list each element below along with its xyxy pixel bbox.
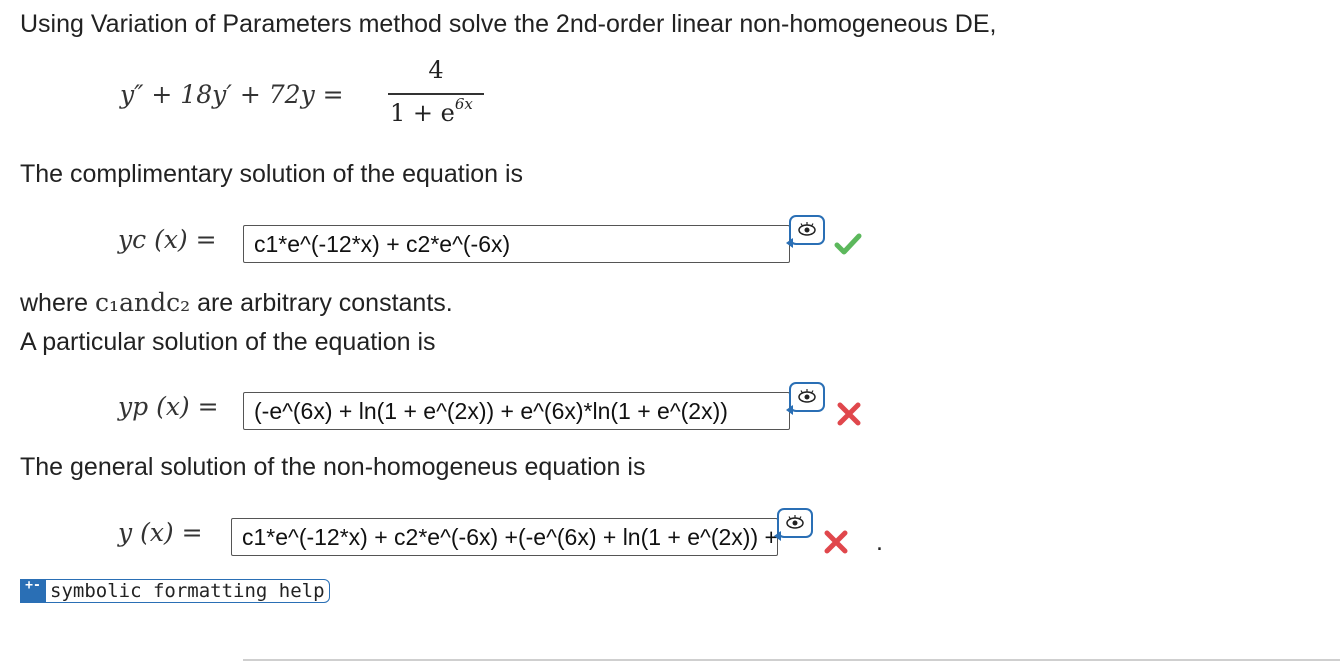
complementary-answer-input[interactable]: c1*e^(-12*x) + c2*e^(-6x) xyxy=(243,225,790,263)
particular-prompt: A particular solution of the equation is xyxy=(20,328,436,356)
help-label: symbolic formatting help xyxy=(46,579,330,603)
denominator-exponent: 6x xyxy=(454,95,473,113)
plus-minus-icon: +- xyxy=(20,579,46,603)
eye-preview-icon xyxy=(798,222,816,236)
arrow-icon xyxy=(786,405,793,415)
particular-answer-input[interactable]: (-e^(6x) + ln(1 + e^(2x)) + e^(6x)*ln(1 … xyxy=(243,392,790,430)
divider xyxy=(243,659,1340,661)
general-preview-button[interactable] xyxy=(774,508,813,541)
symbolic-formatting-help-link[interactable]: +- symbolic formatting help xyxy=(20,578,330,604)
constants-suffix: are arbitrary constants. xyxy=(197,289,453,317)
particular-preview-button[interactable] xyxy=(786,382,825,415)
x-mark-icon xyxy=(837,402,861,426)
eye-preview-icon xyxy=(798,389,816,403)
equation-denominator: 1 + e6x xyxy=(390,95,473,127)
checkmark-icon xyxy=(834,233,862,255)
general-answer-input[interactable]: c1*e^(-12*x) + c2*e^(-6x) +(-e^(6x) + ln… xyxy=(231,518,778,556)
eye-preview-icon xyxy=(786,515,804,529)
general-lhs: y (x) = xyxy=(118,518,203,547)
arrow-icon xyxy=(786,238,793,248)
x-mark-icon xyxy=(824,530,848,554)
constants-math: c₁andc₂ xyxy=(95,288,191,317)
complementary-lhs: yc (x) = xyxy=(118,225,217,254)
arrow-icon xyxy=(774,531,781,541)
complementary-preview-button[interactable] xyxy=(786,215,825,248)
general-prompt: The general solution of the non-homogene… xyxy=(20,453,646,481)
equation-lhs: y″ + 18y′ + 72y = xyxy=(120,80,344,109)
equation-numerator: 4 xyxy=(428,56,444,84)
constants-note: where c₁andc₂ are arbitrary constants. xyxy=(20,288,453,318)
equation-fraction: 4 1 + e6x xyxy=(388,56,484,134)
constants-prefix: where xyxy=(20,289,89,317)
question-intro: Using Variation of Parameters method sol… xyxy=(20,10,997,38)
particular-lhs: yp (x) = xyxy=(118,392,219,421)
denominator-base: 1 + e xyxy=(390,99,455,127)
general-trailing-period: . xyxy=(876,528,883,556)
complementary-prompt: The complimentary solution of the equati… xyxy=(20,160,524,188)
